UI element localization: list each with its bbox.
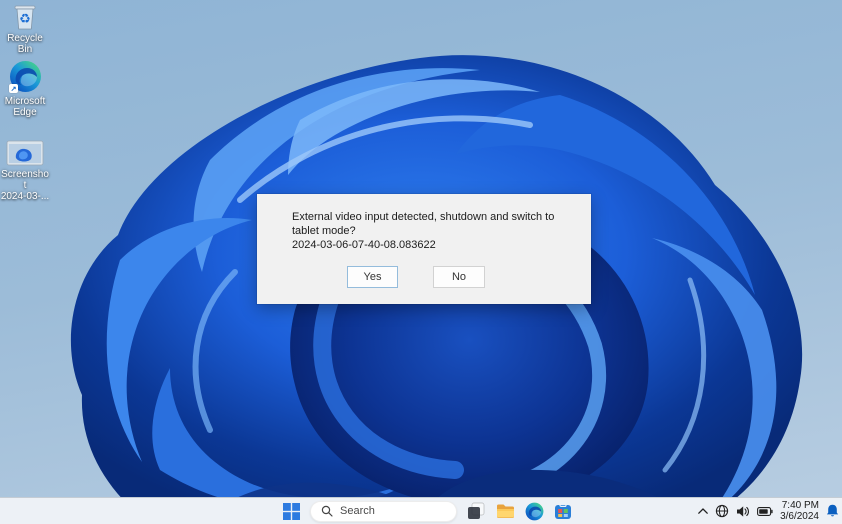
shortcut-arrow-icon: ↗ [9, 84, 18, 93]
clock[interactable]: 7:40 PM 3/6/2024 [780, 500, 819, 522]
hidden-icons-chevron [698, 508, 708, 514]
store-icon [554, 502, 572, 520]
yes-button[interactable]: Yes [347, 266, 398, 288]
search-icon [321, 505, 333, 517]
taskbar: 7:40 PM 3/6/2024 [0, 497, 842, 524]
battery-icon [757, 507, 773, 516]
desktop-icon-microsoft-edge[interactable]: ↗ Microsoft Edge [0, 60, 50, 118]
screenshot-thumbnail-icon [0, 140, 50, 166]
icon-label: Microsoft Edge [0, 96, 50, 118]
desktop: ♻ Recycle Bin ↗ Microsoft [0, 0, 842, 524]
file-explorer-icon [496, 503, 515, 519]
search-input[interactable] [340, 505, 440, 517]
svg-text:♻: ♻ [19, 11, 31, 26]
search-box[interactable] [310, 501, 457, 522]
edge-taskbar-button[interactable] [524, 500, 544, 522]
network-globe-icon [715, 504, 729, 518]
dialog-message: External video input detected, shutdown … [292, 210, 577, 252]
system-tray: 7:40 PM 3/6/2024 [698, 498, 839, 524]
volume-button[interactable] [736, 505, 750, 518]
recycle-bin-icon: ♻ [0, 2, 50, 30]
no-button[interactable]: No [433, 266, 485, 288]
notification-center-button[interactable] [826, 504, 839, 518]
battery-button[interactable] [757, 507, 773, 516]
volume-icon [736, 505, 750, 518]
notification-bell-icon [826, 504, 839, 518]
tray-time: 7:40 PM [780, 500, 819, 511]
edge-icon: ↗ [8, 60, 42, 93]
task-view-icon [467, 502, 485, 520]
tray-date: 3/6/2024 [780, 511, 819, 522]
taskbar-center-group [281, 498, 573, 524]
start-icon [283, 503, 300, 520]
prompt-dialog: External video input detected, shutdown … [257, 194, 591, 304]
hidden-icons-button[interactable] [698, 508, 708, 514]
start-button[interactable] [281, 500, 301, 522]
store-button[interactable] [553, 500, 573, 522]
file-explorer-button[interactable] [495, 500, 515, 522]
icon-label: Recycle Bin [0, 33, 50, 55]
desktop-icon-screenshot[interactable]: Screenshot 2024-03-... [0, 140, 50, 202]
task-view-button[interactable] [466, 500, 486, 522]
icon-label: Screenshot 2024-03-... [0, 169, 50, 202]
edge-icon [525, 502, 544, 521]
network-button[interactable] [715, 504, 729, 518]
desktop-icon-recycle-bin[interactable]: ♻ Recycle Bin [0, 2, 50, 55]
